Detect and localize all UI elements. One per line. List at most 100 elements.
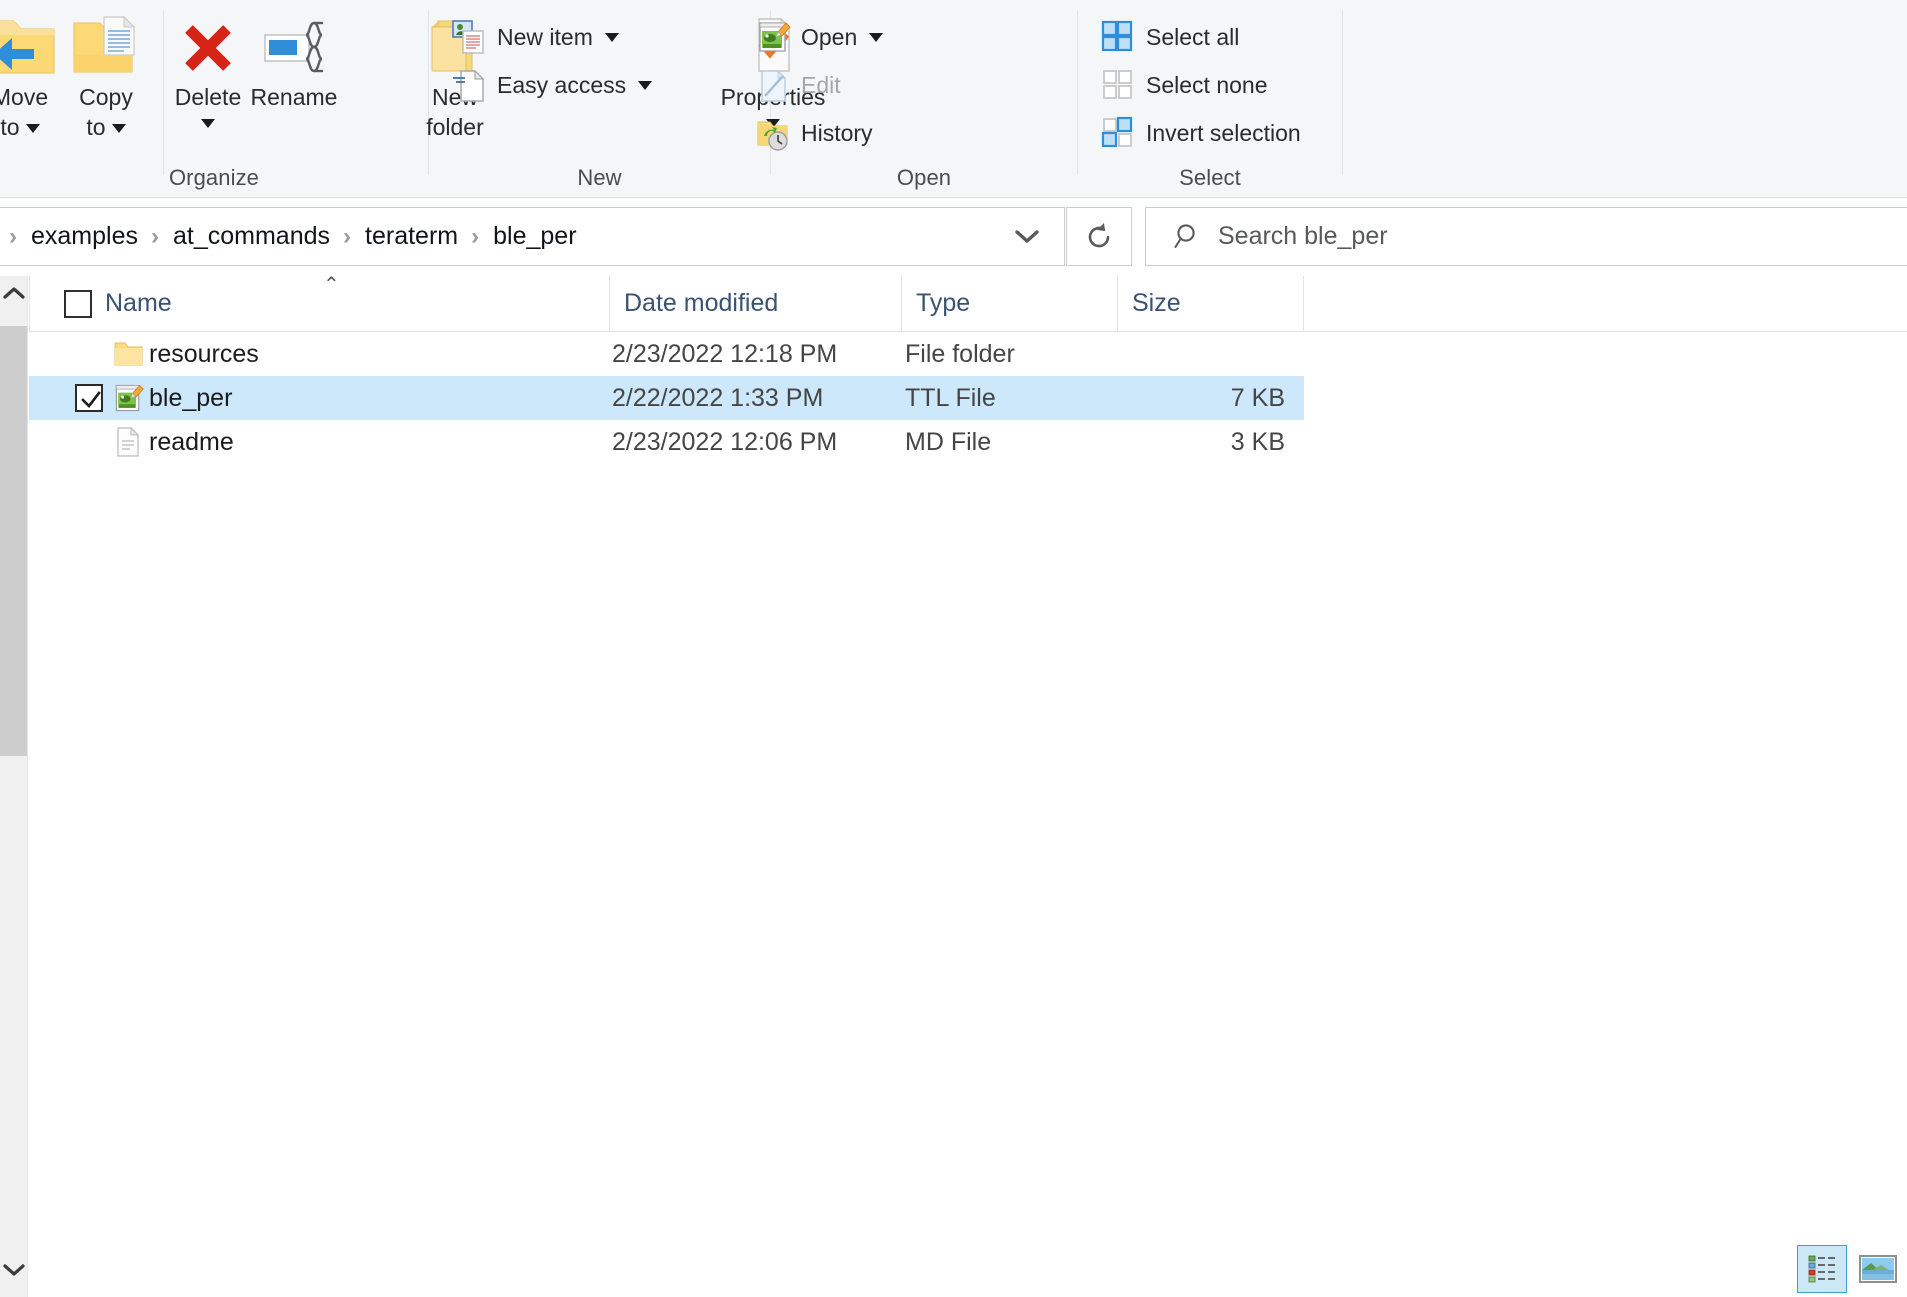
breadcrumb-separator: › [0, 223, 27, 251]
column-header-date-label: Date modified [624, 289, 778, 318]
ribbon-group-label-new: New [429, 165, 770, 191]
copy-to-label-line2: to [86, 114, 105, 140]
select-none-button[interactable]: Select none [1098, 64, 1267, 106]
file-date-modified: 2/23/2022 12:06 PM [612, 420, 837, 464]
breadcrumb-separator: › [142, 223, 169, 251]
select-all-label: Select all [1146, 24, 1239, 51]
search-icon [1174, 222, 1204, 252]
breadcrumb-item-examples[interactable]: examples [27, 222, 142, 251]
view-mode-buttons [1797, 1245, 1903, 1293]
ribbon-group-label-open: Open [771, 165, 1077, 191]
ribbon-group-organize: Move to Copy to [0, 0, 428, 197]
scroll-up-button[interactable] [0, 276, 27, 310]
rename-button[interactable]: Rename [238, 10, 350, 112]
easy-access-button[interactable]: Easy access [449, 64, 652, 106]
details-view-button[interactable] [1797, 1245, 1847, 1293]
rename-label: Rename [238, 82, 350, 112]
table-row[interactable]: resources 2/23/2022 12:18 PM File folder [29, 332, 1304, 376]
easy-access-label: Easy access [497, 72, 626, 99]
easy-access-icon [449, 66, 489, 104]
edit-label: Edit [801, 72, 841, 99]
edit-pencil-icon [753, 66, 793, 104]
new-item-label: New item [497, 24, 593, 51]
file-size: 3 KB [1119, 420, 1285, 464]
rename-textbox-icon [238, 10, 350, 82]
chevron-down-icon[interactable] [605, 33, 619, 42]
column-headers: ⌃ Name Date modified Type Size [29, 276, 1907, 332]
new-folder-label-line2: folder [399, 112, 511, 142]
ribbon-group-select: Select all Select none [1078, 0, 1342, 197]
copy-to-button[interactable]: Copy to [50, 10, 162, 142]
column-header-name[interactable]: ⌃ Name [29, 276, 609, 331]
column-header-filler [1303, 276, 1907, 331]
breadcrumb-separator: › [334, 223, 361, 251]
refresh-icon [1083, 221, 1115, 253]
history-label: History [801, 120, 873, 147]
chevron-down-icon[interactable] [869, 33, 883, 42]
breadcrumb-item-at_commands[interactable]: at_commands [169, 222, 334, 251]
invert-selection-label: Invert selection [1146, 120, 1301, 147]
move-to-label-line2: to [0, 114, 19, 140]
row-checkbox[interactable] [75, 384, 103, 412]
chevron-down-icon[interactable] [638, 81, 652, 90]
breadcrumb-item-teraterm[interactable]: teraterm [361, 222, 462, 251]
checkmark-icon [79, 388, 103, 412]
open-button[interactable]: Open [753, 16, 883, 58]
chevron-down-icon[interactable] [1000, 208, 1054, 265]
new-item-icon [449, 18, 489, 56]
table-row[interactable]: ble_per 2/22/2022 1:33 PM TTL File 7 KB [29, 376, 1304, 420]
ribbon-group-open: Properties Open [771, 0, 1077, 197]
column-header-date-modified[interactable]: Date modified [609, 276, 901, 331]
invert-selection-button[interactable]: Invert selection [1098, 112, 1301, 154]
file-date-modified: 2/22/2022 1:33 PM [612, 376, 823, 420]
select-all-button[interactable]: Select all [1098, 16, 1239, 58]
file-size [1119, 332, 1285, 376]
scroll-down-button[interactable] [0, 1253, 27, 1287]
refresh-button[interactable] [1066, 207, 1132, 266]
table-row[interactable]: readme 2/23/2022 12:06 PM MD File 3 KB [29, 420, 1304, 464]
search-input[interactable] [1216, 221, 1836, 252]
folder-with-document-icon [50, 10, 162, 82]
large-icons-view-button[interactable] [1853, 1245, 1903, 1293]
search-box[interactable] [1145, 207, 1907, 266]
breadcrumb-separator: › [462, 223, 489, 251]
file-date-modified: 2/23/2022 12:18 PM [612, 332, 837, 376]
vertical-scrollbar[interactable] [0, 276, 28, 1297]
select-none-label: Select none [1146, 72, 1267, 99]
ribbon-divider [1342, 10, 1343, 175]
ribbon-group-label-organize: Organize [0, 165, 428, 191]
generic-document-icon [111, 425, 145, 459]
chevron-up-icon [3, 286, 25, 300]
chevron-down-icon[interactable] [26, 124, 40, 133]
file-list[interactable]: resources 2/23/2022 12:18 PM File folder… [29, 332, 1907, 1232]
column-header-name-label: Name [105, 289, 172, 318]
file-name: resources [149, 332, 259, 376]
sort-ascending-icon: ⌃ [323, 278, 340, 292]
select-all-icon [1098, 18, 1138, 56]
teraterm-macro-icon [111, 381, 145, 415]
file-type: TTL File [905, 376, 996, 420]
chevron-down-icon [3, 1263, 25, 1277]
scrollbar-thumb[interactable] [0, 326, 27, 756]
breadcrumb-item-ble_per[interactable]: ble_per [489, 222, 580, 251]
chevron-down-icon[interactable] [201, 119, 215, 128]
column-header-type[interactable]: Type [901, 276, 1117, 331]
new-item-button[interactable]: New item [449, 16, 619, 58]
teraterm-macro-icon [753, 18, 793, 56]
column-header-size-label: Size [1132, 289, 1181, 318]
details-view-icon [1806, 1253, 1838, 1285]
file-name: readme [149, 420, 234, 464]
column-header-size[interactable]: Size [1117, 276, 1303, 331]
large-icons-view-icon [1859, 1254, 1897, 1284]
breadcrumb[interactable]: › examples › at_commands › teraterm › bl… [0, 207, 1065, 266]
history-button[interactable]: History [753, 112, 873, 154]
file-name: ble_per [149, 376, 232, 420]
ribbon-group-label-select: Select [1078, 165, 1342, 191]
open-label: Open [801, 24, 857, 51]
file-type: MD File [905, 420, 991, 464]
chevron-down-icon[interactable] [112, 124, 126, 133]
invert-selection-icon [1098, 114, 1138, 152]
file-type: File folder [905, 332, 1015, 376]
folder-icon [111, 337, 145, 371]
copy-to-label-line1: Copy [50, 82, 162, 112]
